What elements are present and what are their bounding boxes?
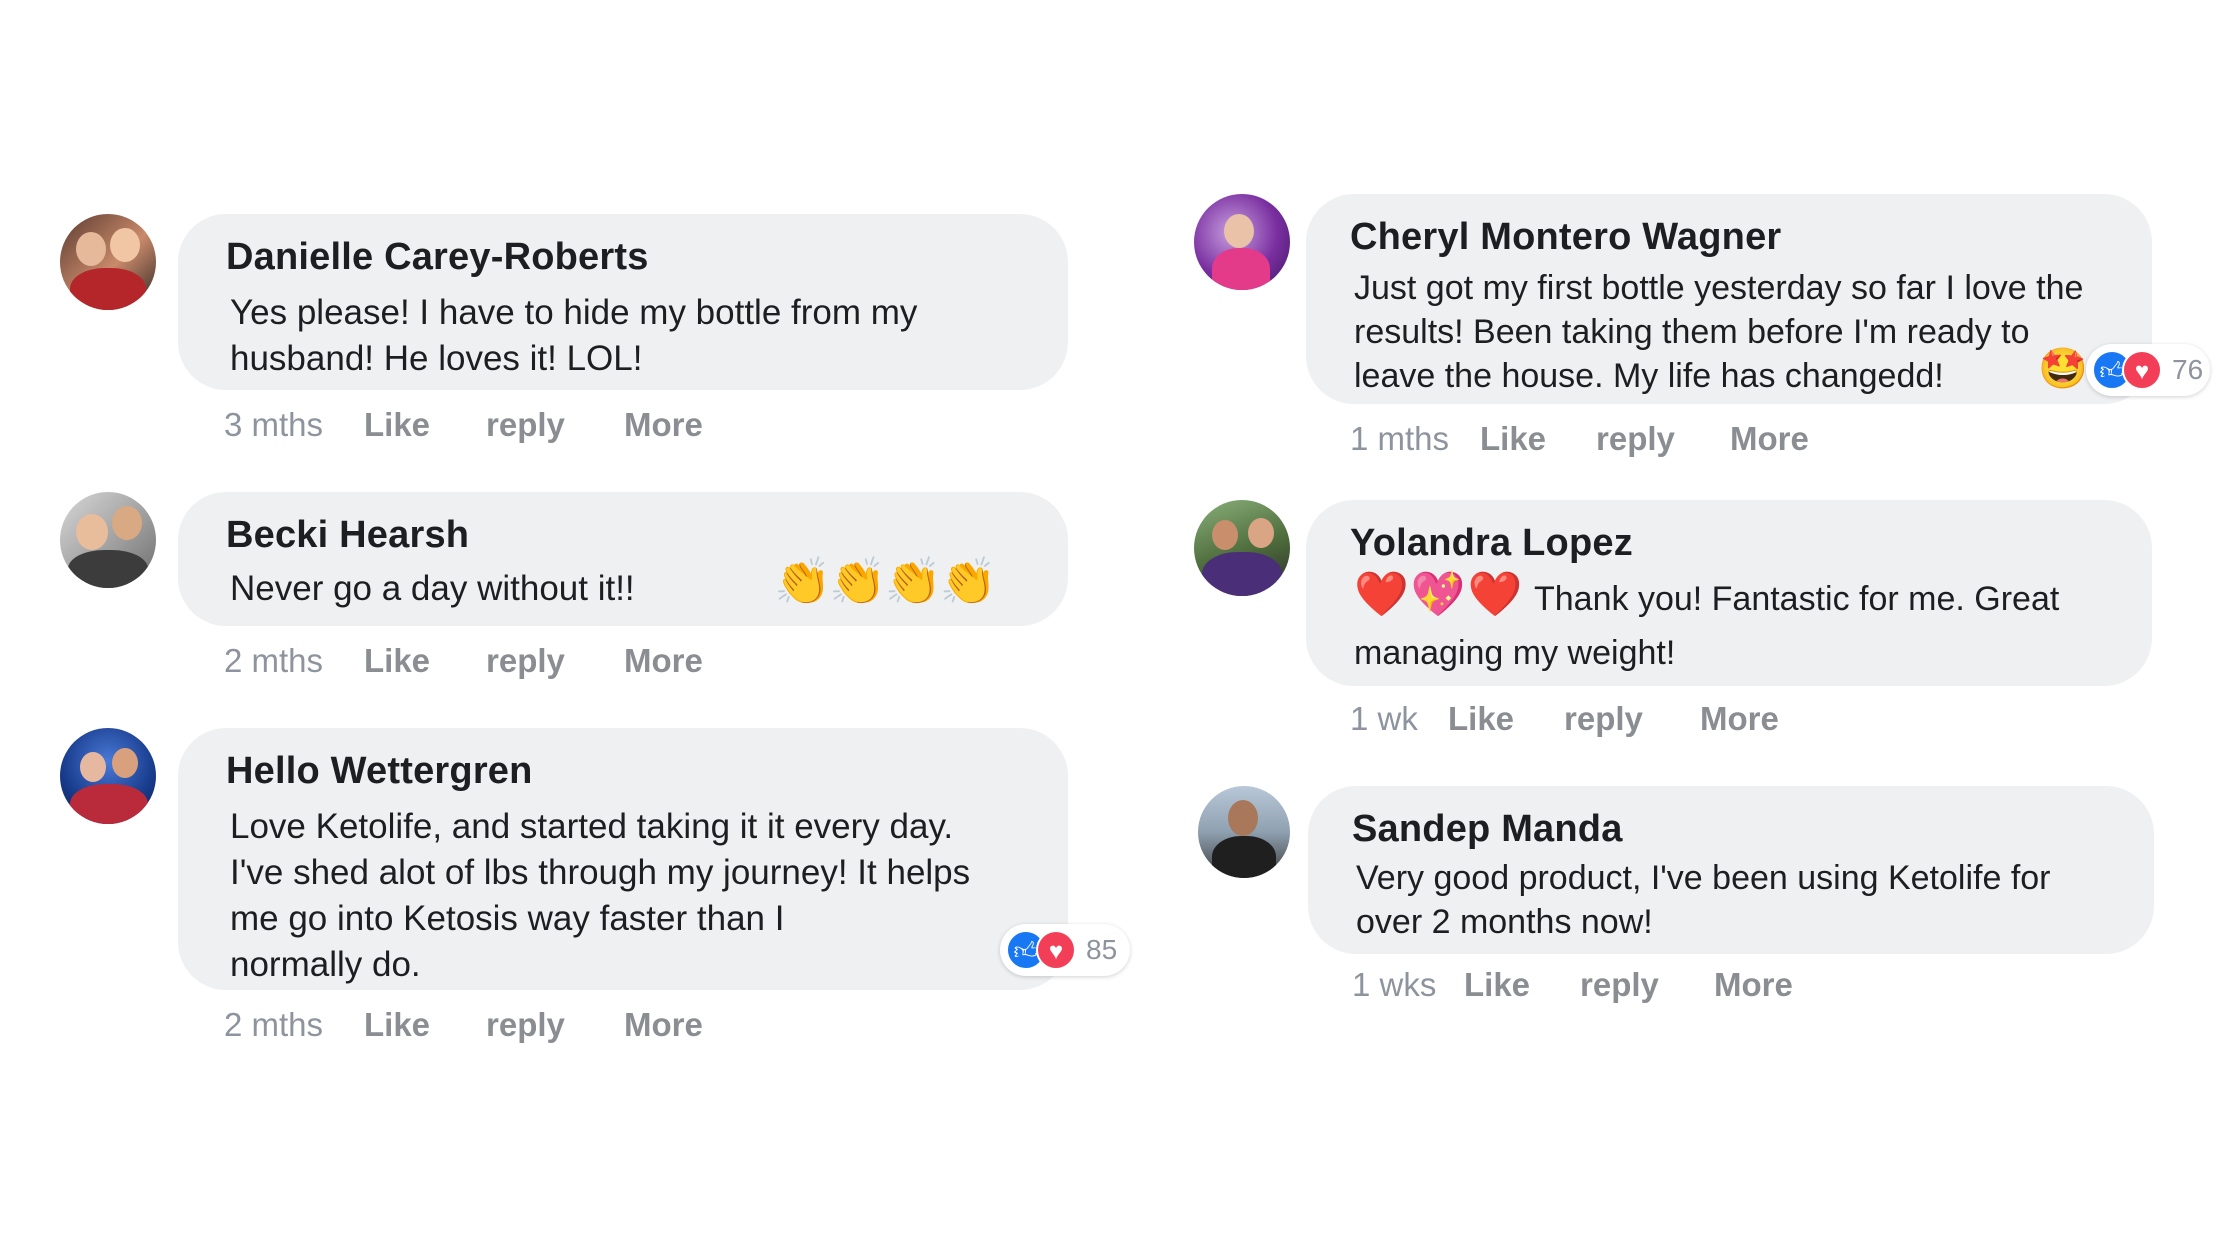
like-button[interactable]: Like: [364, 406, 430, 444]
comment-text: Love Ketolife, and started taking it it …: [230, 804, 970, 988]
timestamp[interactable]: 2 mths: [224, 1006, 323, 1044]
comment-text: Thank you! Fantastic for me. Great manag…: [1354, 572, 2059, 680]
author-name[interactable]: Danielle Carey-Roberts: [226, 236, 649, 279]
timestamp[interactable]: 2 mths: [224, 642, 323, 680]
comment-line: Never go a day without it!!: [230, 569, 635, 608]
reaction-count: 85: [1086, 934, 1118, 965]
author-name[interactable]: Yolandra Lopez: [1350, 522, 1633, 565]
comment-line: Love Ketolife, and started taking it it …: [230, 807, 954, 846]
more-button[interactable]: More: [1714, 966, 1793, 1004]
comment-line: over 2 months now!: [1356, 903, 1653, 941]
comment-line: me go into Ketosis way faster than I: [230, 899, 785, 938]
author-name[interactable]: Hello Wettergren: [226, 750, 533, 793]
comment-bubble: Cheryl Montero Wagner Just got my first …: [1306, 194, 2152, 404]
comment-line: Very good product, I've been using Ketol…: [1356, 859, 2051, 897]
reply-button[interactable]: reply: [1596, 420, 1675, 458]
avatar[interactable]: [60, 214, 156, 310]
reactions-summary[interactable]: 👍︎ ♥ 76: [2086, 344, 2210, 396]
comment-bubble: Danielle Carey-Roberts Yes please! I hav…: [178, 214, 1068, 390]
timestamp[interactable]: 1 wk: [1350, 700, 1418, 738]
avatar[interactable]: [1194, 500, 1290, 596]
comment-line: husband! He loves it! LOL!: [230, 339, 643, 378]
reactions-summary[interactable]: 👍︎ ♥ 85: [1000, 924, 1130, 976]
comment-bubble: Hello Wettergren Love Ketolife, and star…: [178, 728, 1068, 990]
comment-text: Just got my first bottle yesterday so fa…: [1354, 266, 2083, 398]
clapping-hands-icon: 👏👏👏👏: [774, 555, 997, 607]
reply-button[interactable]: reply: [486, 406, 565, 444]
like-button[interactable]: Like: [1448, 700, 1514, 738]
more-button[interactable]: More: [624, 406, 703, 444]
comment-text: Yes please! I have to hide my bottle fro…: [230, 290, 917, 382]
comment-line: Thank you! Fantastic for me. Great: [1534, 580, 2060, 618]
comment-line: Just got my first bottle yesterday so fa…: [1354, 269, 2084, 307]
avatar[interactable]: [60, 492, 156, 588]
more-button[interactable]: More: [624, 642, 703, 680]
reply-button[interactable]: reply: [486, 1006, 565, 1044]
like-button[interactable]: Like: [1480, 420, 1546, 458]
comment-text: Never go a day without it!!: [230, 566, 635, 612]
comment-line: Yes please! I have to hide my bottle fro…: [230, 293, 918, 332]
comment-line: managing my weight!: [1354, 634, 1676, 672]
reaction-count: 76: [2172, 354, 2204, 385]
reply-button[interactable]: reply: [1564, 700, 1643, 738]
more-button[interactable]: More: [624, 1006, 703, 1044]
heart-icon: ♥: [1036, 930, 1076, 970]
star-struck-emoji-icon: 🤩: [2038, 347, 2088, 391]
author-name[interactable]: Becki Hearsh: [226, 514, 469, 557]
timestamp[interactable]: 3 mths: [224, 406, 323, 444]
comment-bubble: Becki Hearsh Never go a day without it!!…: [178, 492, 1068, 626]
comment-line: normally do.: [230, 945, 421, 984]
timestamp[interactable]: 1 wks: [1352, 966, 1436, 1004]
like-button[interactable]: Like: [364, 1006, 430, 1044]
reply-button[interactable]: reply: [1580, 966, 1659, 1004]
comment-bubble: Yolandra Lopez ❤️💖❤️ Thank you! Fantasti…: [1306, 500, 2152, 686]
like-button[interactable]: Like: [1464, 966, 1530, 1004]
author-name[interactable]: Sandep Manda: [1352, 808, 1623, 851]
reply-button[interactable]: reply: [486, 642, 565, 680]
timestamp[interactable]: 1 mths: [1350, 420, 1449, 458]
comment-text: Very good product, I've been using Ketol…: [1356, 856, 2051, 944]
comment-line: I've shed alot of lbs through my journey…: [230, 853, 971, 892]
more-button[interactable]: More: [1700, 700, 1779, 738]
like-button[interactable]: Like: [364, 642, 430, 680]
avatar[interactable]: [60, 728, 156, 824]
author-name[interactable]: Cheryl Montero Wagner: [1350, 216, 1781, 259]
avatar[interactable]: [1198, 786, 1290, 878]
comment-line: results! Been taking them before I'm rea…: [1354, 313, 2030, 351]
heart-icon: ♥: [2122, 350, 2162, 390]
more-button[interactable]: More: [1730, 420, 1809, 458]
comment-bubble: Sandep Manda Very good product, I've bee…: [1308, 786, 2154, 954]
comment-line: leave the house. My life has changedd!: [1354, 357, 1944, 395]
avatar[interactable]: [1194, 194, 1290, 290]
